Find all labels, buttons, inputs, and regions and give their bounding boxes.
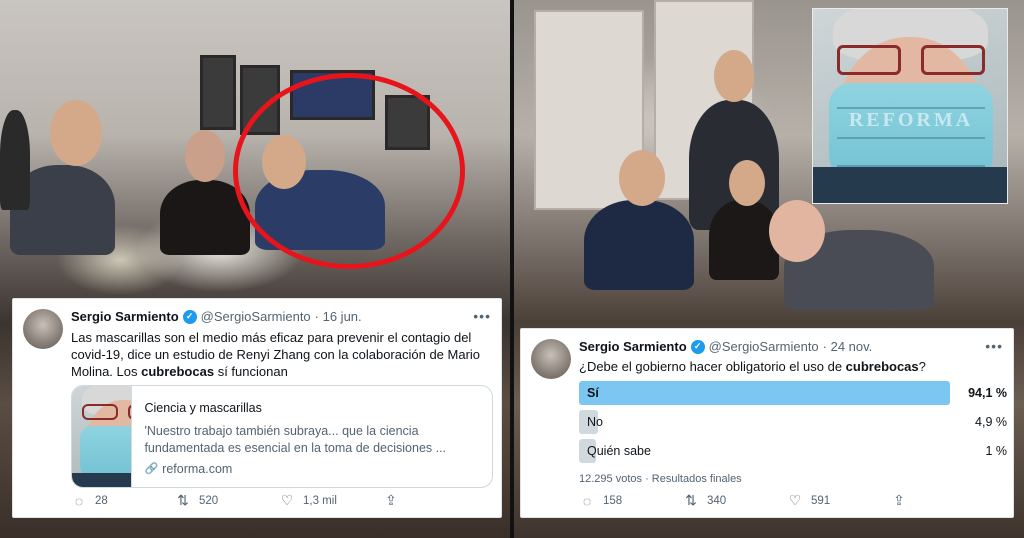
poll-option-label: Quién sabe: [587, 444, 651, 458]
thumb-glasses: [78, 404, 132, 422]
link-icon: 🔗: [144, 463, 159, 475]
avatar[interactable]: [23, 309, 63, 349]
retweet-count: 340: [707, 494, 727, 507]
link-domain-text: reforma.com: [162, 462, 233, 476]
person-head: [729, 160, 765, 206]
person-head: [185, 130, 225, 182]
retweet-icon: ⇅: [685, 492, 697, 508]
person-woman: [709, 200, 779, 280]
reforma-watermark: REFORMA: [848, 109, 974, 131]
inset-suit: [813, 167, 1007, 203]
like-count: 591: [811, 494, 831, 507]
tweet-card[interactable]: Sergio Sarmiento ✓ @SergioSarmiento · 16…: [12, 298, 502, 518]
question-part: ¿Debe el gobierno hacer obligatorio el u…: [579, 359, 846, 374]
heart-icon: ♡: [788, 492, 802, 508]
more-options-icon[interactable]: •••: [473, 308, 491, 324]
poll-status: Resultados finales: [651, 473, 742, 485]
retweet-count: 520: [199, 494, 219, 507]
share-button[interactable]: ⇪: [891, 492, 907, 509]
right-panel: REFORMA Sergio Sarmiento ✓ @SergioSarmie…: [514, 0, 1024, 538]
retweet-button[interactable]: ⇅ 340: [683, 492, 787, 509]
reply-count: 28: [95, 494, 108, 507]
reply-count: 158: [603, 494, 623, 507]
reply-icon: ◌: [582, 492, 592, 509]
person-head: [714, 50, 754, 102]
reply-button[interactable]: ◌ 28: [71, 492, 175, 509]
inset-glasses: [823, 45, 999, 79]
like-count: 1,3 mil: [303, 494, 337, 507]
tweet-text-part: sí funcionan: [214, 364, 288, 379]
verified-badge-icon: ✓: [182, 309, 197, 324]
author-name[interactable]: Sergio Sarmiento: [579, 339, 687, 354]
question-part: ?: [918, 359, 926, 374]
link-preview-card[interactable]: Ciencia y mascarillas 'Nuestro trabajo t…: [71, 385, 493, 488]
poll-option-percent: 1 %: [985, 444, 1007, 458]
tweet-date[interactable]: · 16 jun.: [315, 309, 362, 324]
tweet-date[interactable]: · 24 nov.: [823, 339, 873, 354]
person-head: [50, 100, 102, 166]
inset-mask-photo: REFORMA: [812, 8, 1008, 204]
poll-votes: 12.295 votos: [579, 473, 642, 485]
share-icon: ⇪: [893, 492, 905, 508]
poll-results: Sí 94,1 % No 4,9 % Quién sabe 1 %: [579, 381, 1007, 468]
tweet-actions: ◌ 28 ⇅ 520 ♡ 1,3 mil ⇪: [71, 492, 399, 509]
retweet-icon: ⇅: [177, 492, 189, 508]
share-icon: ⇪: [385, 492, 397, 508]
highlight-circle: [233, 73, 465, 269]
poll-option-label: No: [587, 415, 603, 429]
poll-option-label: Sí: [587, 386, 599, 400]
person-edge: [0, 110, 30, 210]
poll-meta: 12.295 votos · Resultados finales: [579, 473, 742, 485]
verified-badge-icon: ✓: [690, 339, 705, 354]
thumb-suit: [72, 473, 132, 487]
reply-button[interactable]: ◌ 158: [579, 492, 683, 509]
poll-separator: ·: [645, 473, 652, 485]
like-button[interactable]: ♡ 591: [787, 492, 891, 509]
tweet-card[interactable]: Sergio Sarmiento ✓ @SergioSarmiento · 24…: [520, 328, 1014, 518]
poll-option: Quién sabe 1 %: [579, 439, 1007, 463]
tweet-text: Las mascarillas son el medio más eficaz …: [71, 329, 491, 380]
avatar[interactable]: [531, 339, 571, 379]
poll-option: Sí 94,1 %: [579, 381, 1007, 405]
link-preview-title: Ciencia y mascarillas: [144, 401, 262, 415]
heart-icon: ♡: [280, 492, 294, 508]
poll-option: No 4,9 %: [579, 410, 1007, 434]
link-preview-domain: 🔗 reforma.com: [144, 461, 482, 478]
share-button[interactable]: ⇪: [383, 492, 399, 509]
poll-option-percent: 94,1 %: [968, 386, 1007, 400]
person-head: [619, 150, 665, 206]
more-options-icon[interactable]: •••: [985, 338, 1003, 354]
person-head: [769, 200, 825, 262]
wall-artwork: [200, 55, 236, 130]
reply-icon: ◌: [74, 492, 84, 509]
poll-question: ¿Debe el gobierno hacer obligatorio el u…: [579, 359, 926, 374]
tweet-text-bold: cubrebocas: [141, 364, 215, 379]
person-left: [584, 200, 694, 290]
author-name[interactable]: Sergio Sarmiento: [71, 309, 179, 324]
author-handle[interactable]: @SergioSarmiento: [201, 309, 311, 324]
author-handle[interactable]: @SergioSarmiento: [709, 339, 819, 354]
link-preview-text: Ciencia y mascarillas 'Nuestro trabajo t…: [132, 386, 492, 487]
poll-bar: [579, 381, 950, 405]
link-preview-description: 'Nuestro trabajo también subraya... que …: [144, 424, 447, 455]
tweet-header: Sergio Sarmiento ✓ @SergioSarmiento · 16…: [71, 309, 362, 324]
retweet-button[interactable]: ⇅ 520: [175, 492, 279, 509]
poll-option-percent: 4,9 %: [975, 415, 1007, 429]
tweet-actions: ◌ 158 ⇅ 340 ♡ 591 ⇪: [579, 492, 907, 509]
link-preview-thumbnail: [72, 386, 133, 487]
tweet-header: Sergio Sarmiento ✓ @SergioSarmiento · 24…: [579, 339, 872, 354]
like-button[interactable]: ♡ 1,3 mil: [279, 492, 383, 509]
question-bold: cubrebocas: [845, 359, 919, 374]
left-panel: Sergio Sarmiento ✓ @SergioSarmiento · 16…: [0, 0, 510, 538]
